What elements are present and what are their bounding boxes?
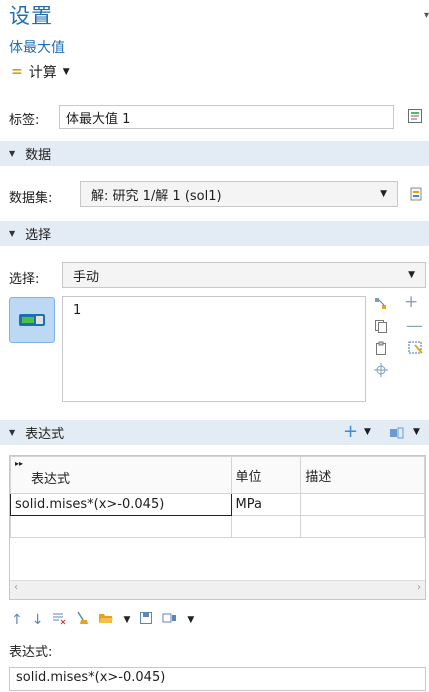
plus-icon[interactable]: + [404,292,418,312]
column-header-description[interactable]: 描述 [300,456,425,494]
table-row[interactable] [10,515,425,538]
collapse-triangle-icon: ▼ [9,229,16,238]
label-caption: 标签: [9,113,40,128]
chevron-down-icon: ▼ [408,270,415,280]
table-cell[interactable] [300,493,425,516]
table-cell[interactable]: solid.mises*(x>-0.045) [10,493,232,516]
table-settings-icon[interactable] [162,611,178,629]
chevron-down-icon: ▼ [62,67,70,77]
collapse-arrow-icon[interactable]: ▾ [424,10,429,21]
zoom-selection-icon[interactable] [373,362,389,378]
chevron-down-icon[interactable]: ▼ [364,427,371,437]
page-subtitle: 体最大值 [9,40,65,56]
list-item[interactable]: 1 [63,297,365,324]
column-header-unit[interactable]: 单位 [230,456,302,494]
section-data-header[interactable]: ▼ 数据 [0,141,429,166]
section-expression-title: 表达式 [25,427,65,442]
expression-table[interactable]: ▸▸ 表达式 单位 描述 solid.mises*(x>-0.045) MPa … [9,455,426,600]
table-row[interactable]: solid.mises*(x>-0.045) MPa [10,493,425,516]
move-up-icon[interactable]: ↑ [11,612,23,628]
table-cell[interactable] [300,515,425,538]
go-to-source-icon[interactable] [407,184,425,204]
section-selection-title: 选择 [25,228,52,243]
expand-arrows-icon[interactable]: ▸▸ [15,459,23,468]
add-expression-icon[interactable]: + [343,421,358,442]
table-cell[interactable] [10,515,232,538]
table-toolbar: ↑ ↓ ▼ ▼ [11,611,194,629]
selection-value: 手动 [73,269,100,285]
column-header-expression[interactable]: ▸▸ 表达式 [10,456,232,494]
replace-expression-icon[interactable] [388,425,406,441]
expression-caption: 表达式: [9,645,53,660]
open-folder-icon[interactable] [98,611,114,629]
page-title: 设置 [9,4,53,28]
clear-table-icon[interactable] [75,611,89,629]
chevron-down-icon[interactable]: ▼ [187,615,194,625]
table-cell[interactable] [230,515,302,538]
minus-icon[interactable]: — [406,316,423,336]
copy-icon[interactable] [373,318,389,334]
section-selection-header[interactable]: ▼ 选择 [0,221,429,246]
scroll-right-icon[interactable]: › [417,582,421,593]
delete-rows-icon[interactable] [52,611,66,629]
scroll-left-icon[interactable]: ‹ [14,582,18,593]
horizontal-scrollbar[interactable]: ‹ › [10,580,425,599]
selection-caption: 选择: [9,272,40,287]
section-data-title: 数据 [25,148,52,163]
calculate-menu[interactable]: = 计算 ▼ [11,62,70,82]
chevron-down-icon[interactable]: ▼ [413,427,420,437]
selection-list[interactable]: 1 [62,296,366,402]
dataset-caption: 数据集: [9,191,53,206]
collapse-triangle-icon: ▼ [9,149,16,158]
save-icon[interactable] [139,611,153,629]
calculate-label: 计算 [28,65,57,81]
equals-icon: = [11,64,23,80]
selection-select[interactable]: 手动 ▼ [62,262,426,288]
table-cell[interactable]: MPa [230,493,302,516]
clear-selection-icon[interactable] [407,340,425,356]
edit-note-icon[interactable] [405,105,425,127]
dataset-select[interactable]: 解: 研究 1/解 1 (sol1) ▼ [80,181,398,207]
chevron-down-icon[interactable]: ▼ [123,615,130,625]
selection-toggle-icon[interactable] [9,297,55,343]
add-to-selection-icon[interactable] [373,296,389,312]
dataset-value: 解: 研究 1/解 1 (sol1) [91,188,222,204]
move-down-icon[interactable]: ↓ [32,612,44,628]
label-input[interactable]: 体最大值 1 [59,105,394,129]
chevron-down-icon: ▼ [380,189,387,199]
collapse-triangle-icon: ▼ [9,428,16,437]
paste-icon[interactable] [373,340,389,356]
expression-input[interactable]: solid.mises*(x>-0.045) [9,667,426,691]
